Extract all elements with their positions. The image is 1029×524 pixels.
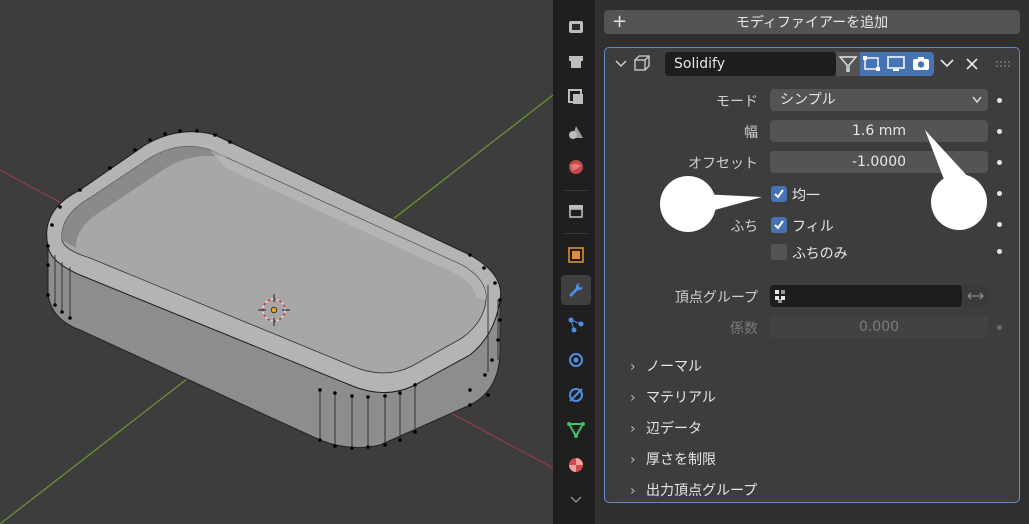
thickness-keyframe-dot[interactable]	[997, 129, 1002, 134]
rim-fill-keyframe-dot[interactable]	[997, 222, 1002, 227]
edit-mode-toggle[interactable]	[860, 52, 884, 76]
output-icon[interactable]	[561, 82, 591, 112]
data-icon[interactable]	[561, 415, 591, 445]
remove-modifier-icon[interactable]	[965, 57, 979, 71]
edit-mode-icon	[863, 56, 880, 71]
collection-icon[interactable]	[561, 196, 591, 226]
factor-field[interactable]: 0.000	[770, 316, 988, 338]
mode-value: シンプル	[780, 92, 836, 108]
funnel-icon	[838, 56, 858, 72]
subpanel-thickness-clamp[interactable]: › 厚さを制限	[630, 449, 716, 469]
even-thickness-label: 均一	[792, 188, 820, 204]
checkmark-icon	[774, 220, 784, 230]
modifier-menu-chevron-icon[interactable]	[939, 57, 955, 71]
modifier-wrench-icon[interactable]	[561, 275, 591, 305]
invert-vertex-group-toggle[interactable]	[963, 285, 988, 307]
properties-tabs	[557, 0, 595, 524]
mode-keyframe-dot[interactable]	[997, 98, 1002, 103]
rim-only-label: ふちのみ	[792, 246, 848, 262]
subpanel-output-vertex-groups[interactable]: › 出力頂点グループ	[630, 480, 757, 500]
checkmark-icon	[774, 189, 784, 199]
rim-only-checkbox[interactable]	[771, 244, 787, 260]
tabs-scroll-down-icon[interactable]	[561, 490, 591, 510]
mode-dropdown[interactable]: シンプル	[770, 89, 988, 111]
offset-keyframe-dot[interactable]	[997, 160, 1002, 165]
physics-icon[interactable]	[561, 345, 591, 375]
plus-icon: +	[612, 11, 628, 32]
modifier-name-field[interactable]: Solidify	[665, 52, 836, 76]
even-thickness-checkbox[interactable]	[771, 186, 787, 202]
render-toggle[interactable]	[908, 52, 934, 76]
callout-marker-right	[925, 130, 987, 230]
monitor-icon	[887, 56, 905, 71]
camera-icon	[913, 57, 929, 70]
vertex-group-label: 頂点グループ	[674, 290, 758, 306]
rim-fill-label: フィル	[792, 219, 834, 235]
add-modifier-label: モディファイアーを追加	[735, 15, 889, 31]
dropdown-chevron-icon	[972, 96, 982, 104]
drag-handle-icon[interactable]	[995, 60, 1011, 68]
rim-fill-checkbox[interactable]	[771, 217, 787, 233]
callout-marker-left	[660, 176, 762, 232]
tool-icon[interactable]	[561, 12, 591, 42]
chevron-right-icon: ›	[630, 452, 636, 468]
3d-viewport[interactable]	[0, 0, 553, 524]
even-keyframe-dot[interactable]	[997, 191, 1002, 196]
rim-only-keyframe-dot[interactable]	[997, 249, 1002, 254]
thickness-label: 幅	[744, 125, 758, 141]
chevron-right-icon: ›	[630, 359, 636, 375]
edit-mode-cage-toggle[interactable]	[836, 52, 860, 76]
subpanel-edge-data[interactable]: › 辺データ	[630, 418, 702, 438]
vertex-group-field[interactable]	[770, 285, 962, 307]
chevron-right-icon: ›	[630, 483, 636, 499]
subpanel-normals[interactable]: › ノーマル	[630, 356, 702, 376]
chevron-right-icon: ›	[630, 390, 636, 406]
material-icon[interactable]	[561, 450, 591, 480]
double-arrow-icon	[967, 292, 984, 300]
constraints-icon[interactable]	[561, 380, 591, 410]
particles-icon[interactable]	[561, 310, 591, 340]
render-icon[interactable]	[561, 47, 591, 77]
factor-label: 係数	[730, 321, 758, 337]
mode-label: モード	[716, 94, 758, 110]
view-layer-icon[interactable]	[561, 117, 591, 147]
factor-keyframe-dot[interactable]	[997, 325, 1002, 330]
viewport-scene	[0, 94, 553, 524]
object-icon[interactable]	[561, 240, 591, 270]
add-modifier-button[interactable]: + モディファイアーを追加	[604, 10, 1020, 34]
vertex-group-icon	[775, 290, 785, 303]
solidify-modifier-icon	[634, 55, 650, 71]
collapse-chevron-icon[interactable]	[614, 57, 628, 71]
scene-icon[interactable]	[561, 152, 591, 182]
subpanel-materials[interactable]: › マテリアル	[630, 387, 716, 407]
chevron-right-icon: ›	[630, 421, 636, 437]
viewport-toggle[interactable]	[884, 52, 908, 76]
